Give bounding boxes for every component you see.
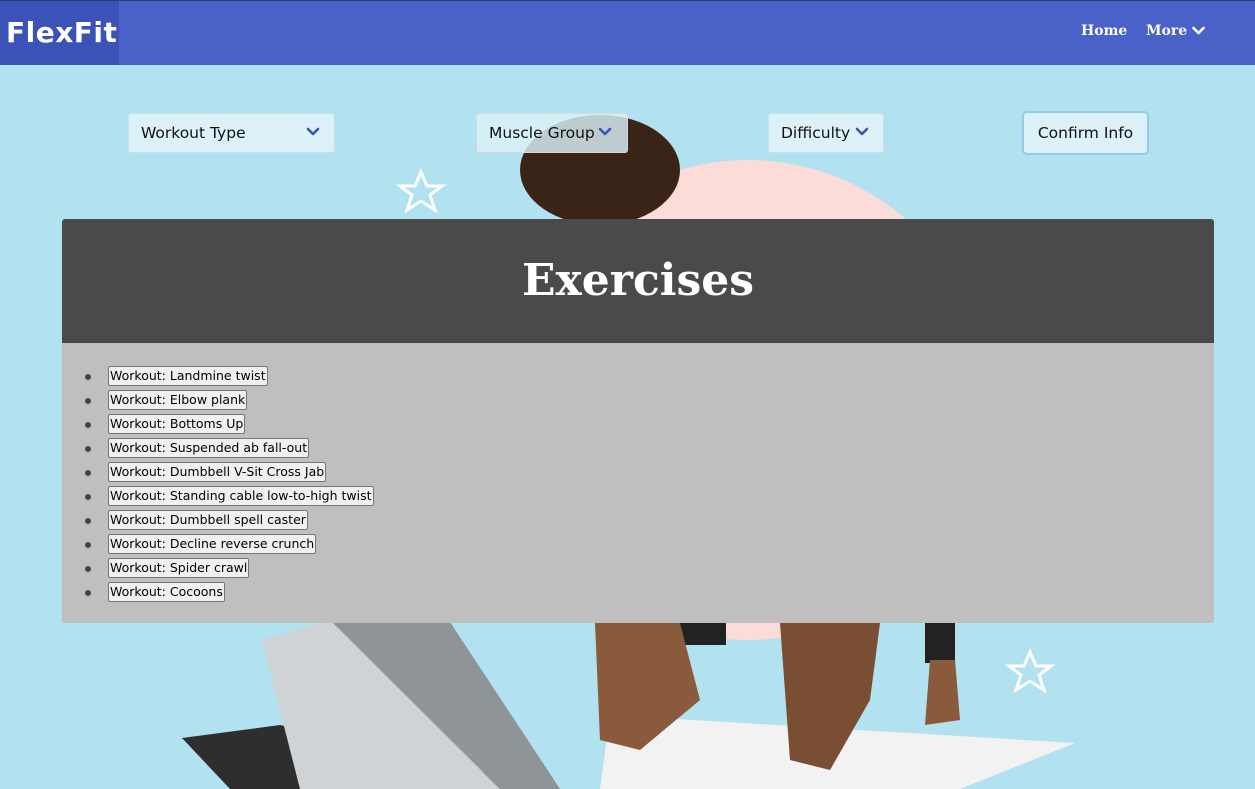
confirm-info-button[interactable]: Confirm Info — [1022, 111, 1149, 155]
brand-logo[interactable]: FlexFit — [0, 1, 119, 65]
exercise-button[interactable]: Workout: Landmine twist — [108, 366, 268, 386]
list-item: Workout: Suspended ab fall-out — [85, 437, 1214, 461]
workout-type-label: Workout Type — [141, 124, 246, 142]
chevron-down-icon — [306, 127, 320, 136]
list-item: Workout: Dumbbell V-Sit Cross Jab — [85, 461, 1214, 485]
exercise-button[interactable]: Workout: Decline reverse crunch — [108, 534, 317, 554]
star-icon — [1004, 648, 1056, 694]
exercises-title: Exercises — [62, 219, 1214, 343]
difficulty-label: Difficulty — [781, 124, 851, 142]
nav-home-link[interactable]: Home — [1081, 23, 1127, 39]
exercise-button[interactable]: Workout: Spider crawl — [108, 558, 250, 578]
exercises-panel: Exercises Workout: Landmine twist Workou… — [62, 219, 1214, 623]
exercise-button[interactable]: Workout: Cocoons — [108, 582, 225, 602]
list-item: Workout: Dumbbell spell caster — [85, 509, 1214, 533]
muscle-group-label: Muscle Group — [489, 124, 595, 142]
top-navbar: FlexFit Home More — [0, 0, 1255, 65]
muscle-group-select[interactable]: Muscle Group — [476, 113, 628, 153]
star-icon — [395, 168, 447, 214]
chevron-down-icon — [1192, 26, 1205, 35]
exercise-button[interactable]: Workout: Dumbbell V-Sit Cross Jab — [108, 462, 327, 482]
list-item: Workout: Landmine twist — [85, 365, 1214, 389]
exercise-button[interactable]: Workout: Bottoms Up — [108, 414, 246, 434]
list-item: Workout: Spider crawl — [85, 557, 1214, 581]
nav-more-dropdown[interactable]: More — [1146, 23, 1205, 39]
exercise-button[interactable]: Workout: Dumbbell spell caster — [108, 510, 308, 530]
exercises-list-container: Workout: Landmine twist Workout: Elbow p… — [62, 343, 1214, 623]
nav-more-label: More — [1146, 23, 1188, 39]
list-item: Workout: Bottoms Up — [85, 413, 1214, 437]
list-item: Workout: Decline reverse crunch — [85, 533, 1214, 557]
difficulty-select[interactable]: Difficulty — [768, 113, 884, 153]
exercise-button[interactable]: Workout: Standing cable low-to-high twis… — [108, 486, 374, 506]
exercise-button[interactable]: Workout: Elbow plank — [108, 390, 248, 410]
chevron-down-icon — [855, 127, 869, 136]
list-item: Workout: Elbow plank — [85, 389, 1214, 413]
workout-type-select[interactable]: Workout Type — [128, 113, 335, 153]
exercise-button[interactable]: Workout: Suspended ab fall-out — [108, 438, 310, 458]
list-item: Workout: Cocoons — [85, 581, 1214, 605]
exercise-list: Workout: Landmine twist Workout: Elbow p… — [62, 365, 1214, 605]
chevron-down-icon — [598, 127, 612, 136]
list-item: Workout: Standing cable low-to-high twis… — [85, 485, 1214, 509]
